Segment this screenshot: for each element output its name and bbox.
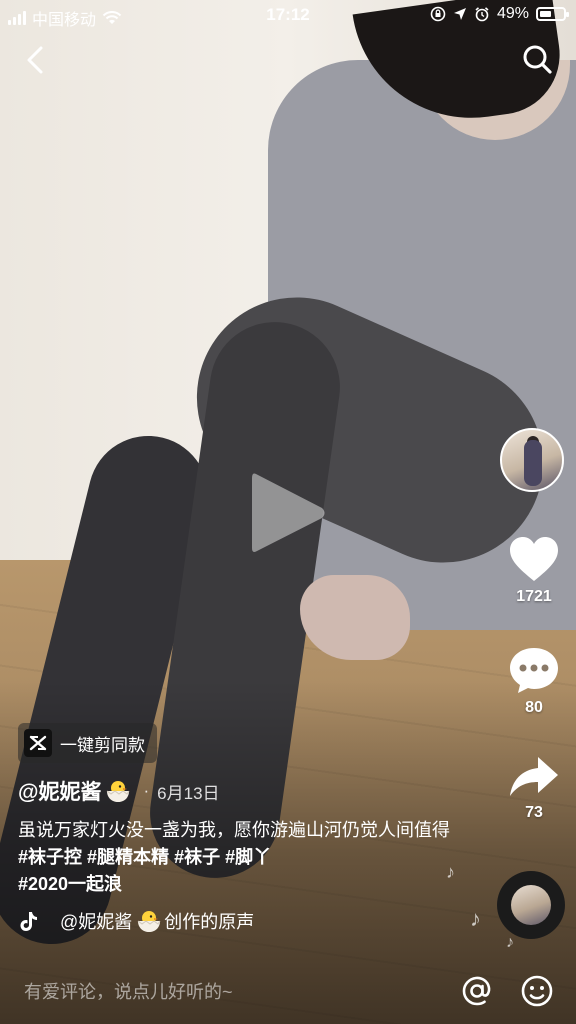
at-icon bbox=[462, 976, 491, 1006]
music-author: @妮妮酱 bbox=[60, 912, 133, 932]
author-name[interactable]: @妮妮酱 bbox=[18, 776, 101, 806]
video-hand bbox=[300, 575, 410, 660]
hashtag-link[interactable]: #脚丫 bbox=[225, 847, 271, 867]
floating-note-icon: ♪ bbox=[446, 862, 455, 882]
floating-note-icon: ♪ bbox=[470, 906, 481, 931]
share-button[interactable]: 73 bbox=[500, 754, 568, 822]
search-button[interactable] bbox=[518, 40, 558, 80]
share-count: 73 bbox=[525, 804, 543, 821]
comment-bar: 有爱评论，说点儿好听的~ bbox=[0, 962, 576, 1024]
music-disc[interactable] bbox=[497, 871, 565, 939]
music-title: 创作的原声 bbox=[164, 912, 255, 932]
rotation-lock-icon bbox=[430, 6, 446, 22]
location-icon bbox=[453, 8, 466, 20]
hashtag-link[interactable]: #袜子 bbox=[174, 847, 220, 867]
emoji-icon bbox=[521, 975, 553, 1007]
comment-input[interactable]: 有爱评论，说点儿好听的~ bbox=[24, 978, 233, 1004]
emoji-button[interactable] bbox=[520, 974, 554, 1008]
capcut-template-button[interactable]: 一键剪同款 bbox=[18, 723, 157, 763]
avatar-figure bbox=[524, 440, 542, 486]
mention-button[interactable] bbox=[460, 974, 494, 1008]
search-icon bbox=[523, 45, 552, 74]
capcut-icon bbox=[24, 729, 52, 757]
heart-icon bbox=[510, 537, 558, 581]
floating-note-icon: ♪ bbox=[506, 934, 514, 951]
capcut-label: 一键剪同款 bbox=[60, 735, 145, 755]
like-count: 1721 bbox=[516, 588, 552, 605]
back-button[interactable] bbox=[18, 40, 58, 80]
comment-button[interactable]: 80 bbox=[500, 645, 568, 717]
comment-count: 80 bbox=[525, 699, 543, 716]
status-bar: 中国移动 17:12 49% bbox=[0, 0, 576, 30]
music-row[interactable]: @妮妮酱 创作的原声 bbox=[18, 908, 254, 934]
author-row: @妮妮酱 · 6月13日 bbox=[18, 776, 220, 806]
hatching-chick-icon bbox=[105, 779, 131, 803]
caption-text: 虽说万家灯火没一盏为我，愿你游遍山河仍觉人间值得 bbox=[18, 820, 450, 840]
battery-percent: 49% bbox=[496, 5, 529, 22]
hatching-chick-icon bbox=[136, 909, 162, 933]
post-date: 6月13日 bbox=[157, 783, 220, 803]
alarm-icon bbox=[475, 7, 489, 22]
author-avatar[interactable] bbox=[500, 428, 564, 492]
post-date-separator: · bbox=[143, 781, 150, 800]
chevron-left-icon bbox=[27, 46, 43, 74]
like-button[interactable]: 1721 bbox=[500, 536, 568, 606]
music-cover bbox=[511, 885, 551, 925]
comment-bubble-icon bbox=[510, 648, 558, 693]
share-arrow-icon bbox=[510, 757, 558, 796]
hashtag-link[interactable]: #2020一起浪 bbox=[18, 874, 122, 894]
hashtag-link[interactable]: #袜子控 bbox=[18, 847, 82, 867]
battery-icon bbox=[536, 7, 569, 21]
post-caption: 虽说万家灯火没一盏为我，愿你游遍山河仍觉人间值得 #袜子控 #腿精本精 #袜子 #… bbox=[18, 817, 458, 898]
hashtag-link[interactable]: #腿精本精 bbox=[87, 847, 169, 867]
tiktok-note-icon bbox=[20, 912, 37, 931]
play-icon[interactable] bbox=[248, 468, 328, 558]
